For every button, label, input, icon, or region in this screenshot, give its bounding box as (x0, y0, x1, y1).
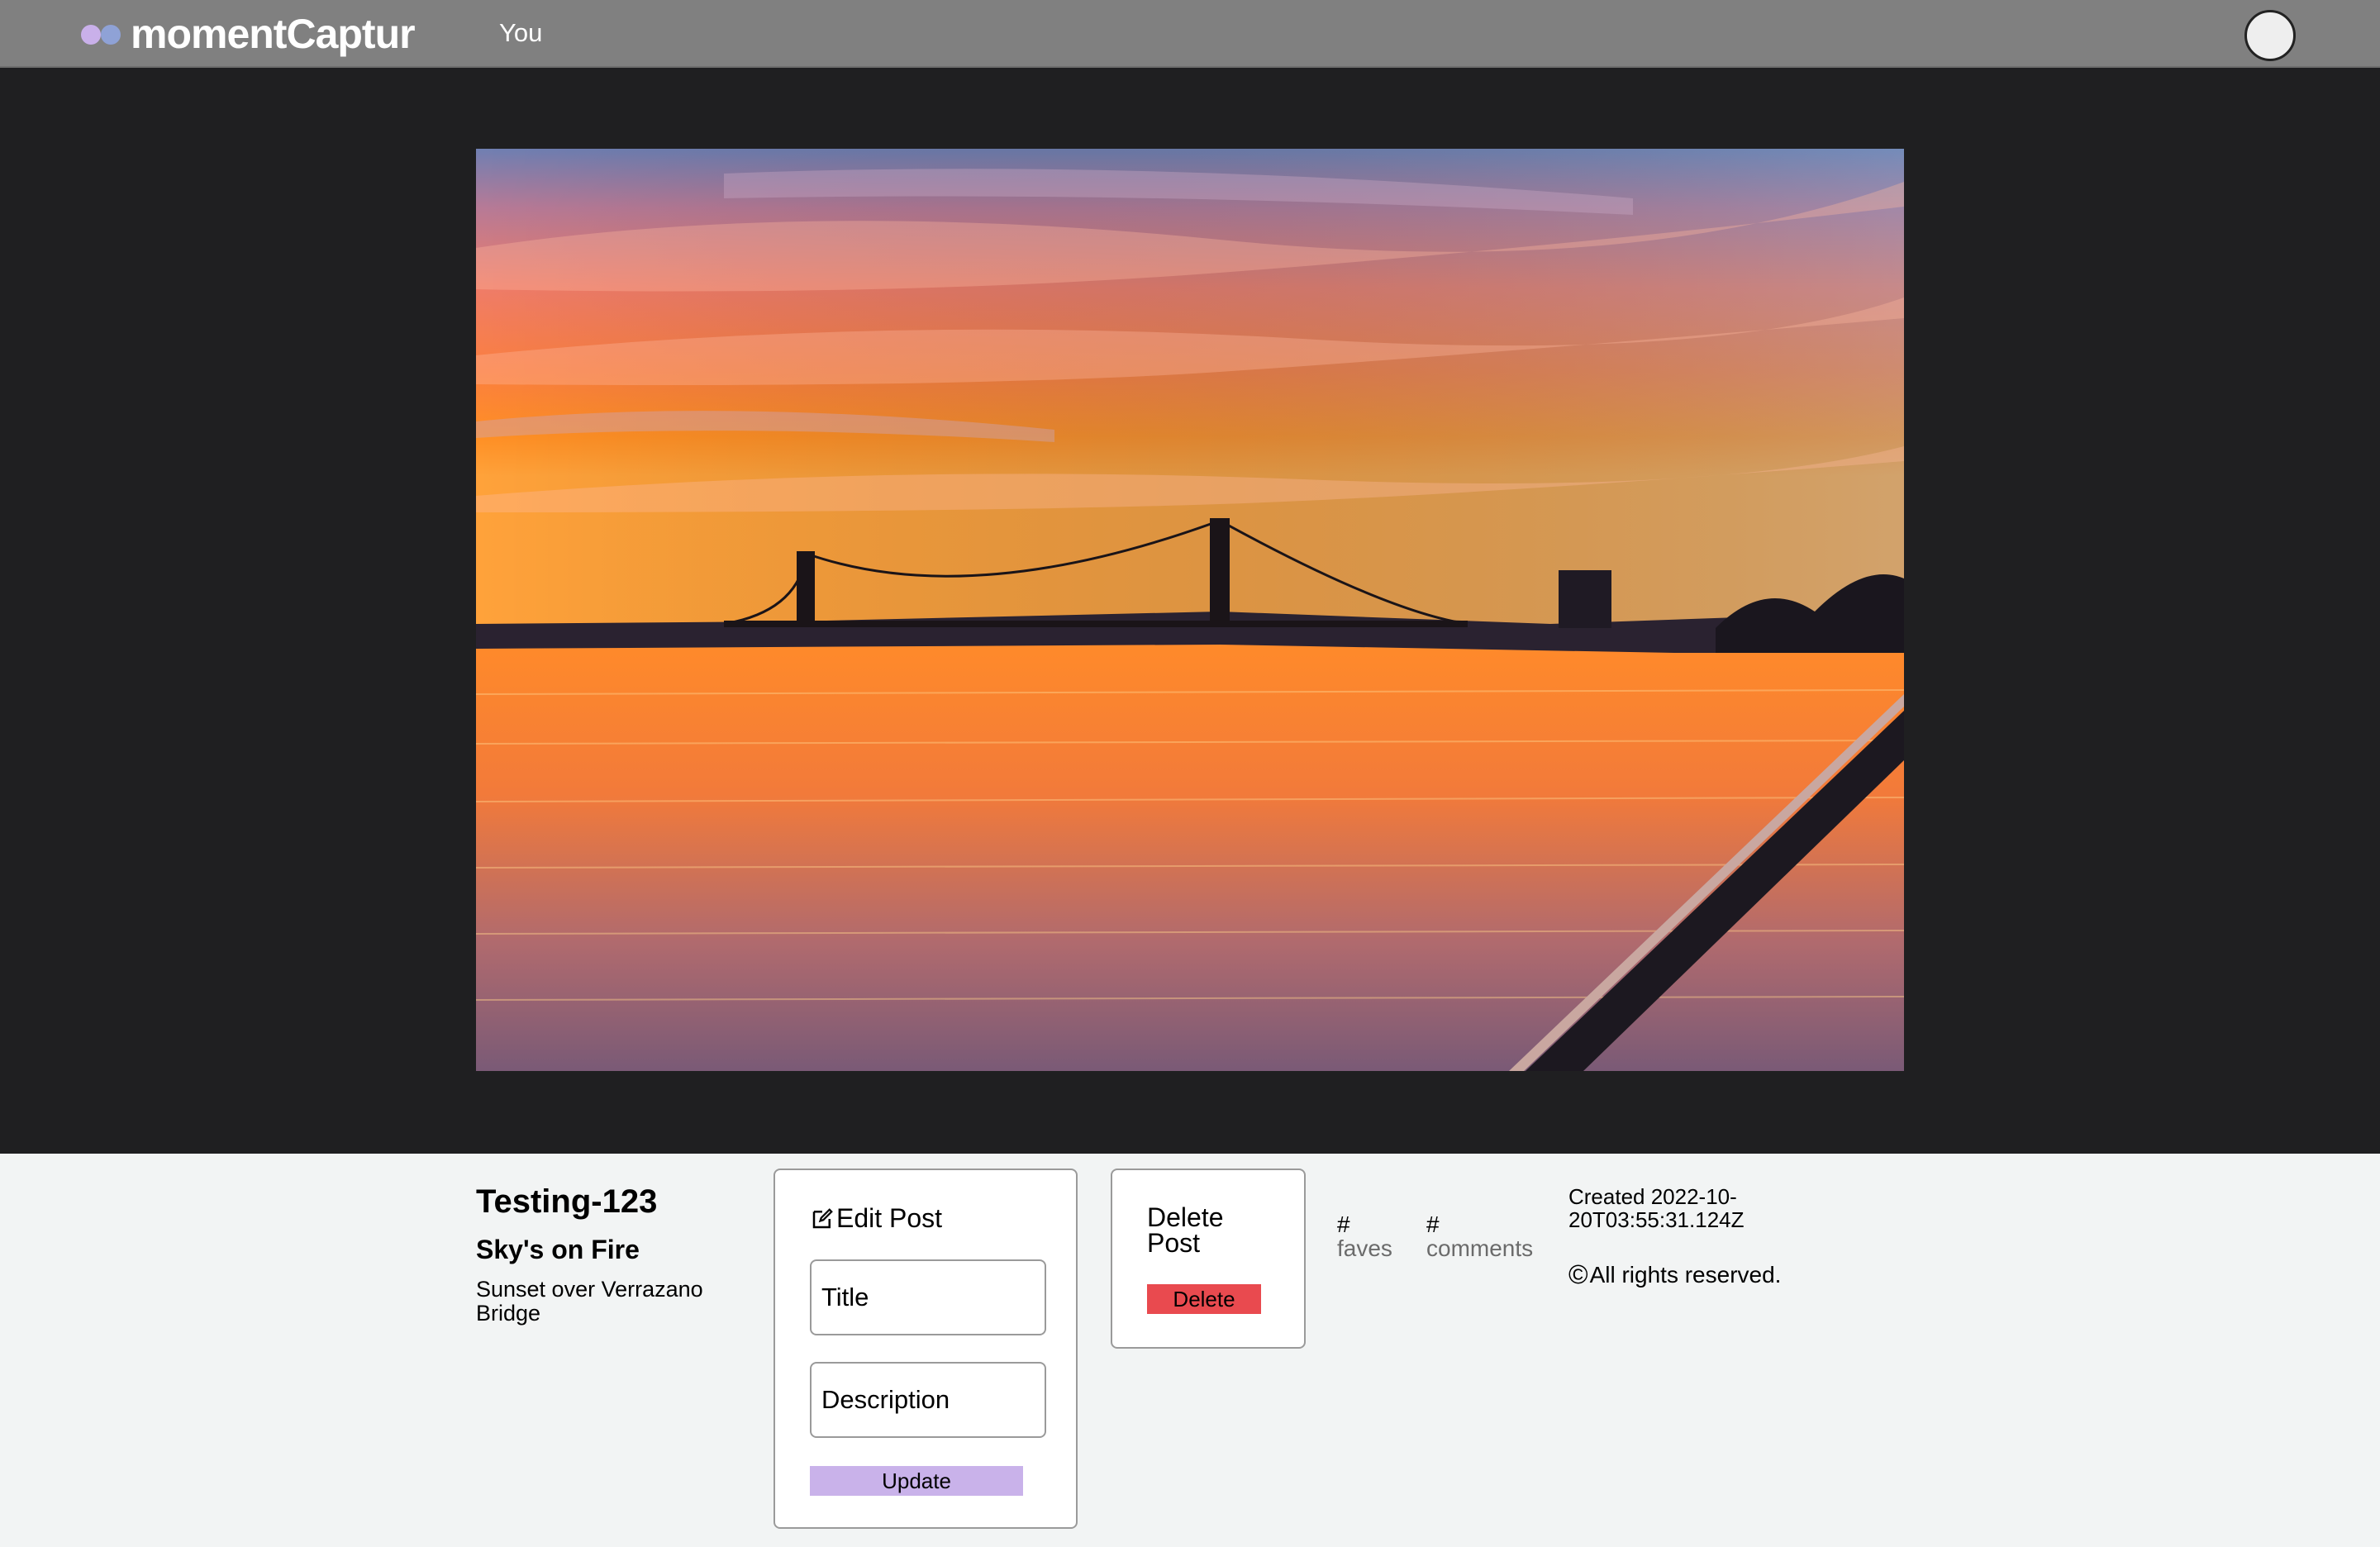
delete-button[interactable]: Delete (1147, 1284, 1261, 1314)
rights-notice: © All rights reserved. (1568, 1259, 1781, 1290)
edit-post-label: Edit Post (836, 1203, 943, 1233)
photo-stage (0, 68, 2380, 1154)
faves-label: faves (1337, 1235, 1392, 1261)
top-nav: momentCaptur You (0, 0, 2380, 68)
nav-link-you[interactable]: You (499, 18, 542, 48)
faves-count: # (1337, 1211, 1350, 1237)
brand-name: momentCaptur (131, 11, 416, 57)
delete-post-card: Delete Post Delete (1111, 1169, 1306, 1349)
post-photo (476, 149, 1904, 1071)
edit-icon (812, 1207, 833, 1228)
brand-logo[interactable]: momentCaptur (81, 7, 416, 61)
comments-count: # (1426, 1211, 1440, 1237)
faves-stat: # faves (1337, 1213, 1392, 1261)
copyright-icon: © (1568, 1259, 1588, 1289)
user-avatar[interactable] (2244, 10, 2296, 61)
delete-post-heading: Delete Post (1147, 1202, 1224, 1258)
comments-stat: # comments (1426, 1213, 1533, 1261)
post-title: Sky's on Fire (476, 1235, 640, 1264)
post-info-section: Testing-123 Sky's on Fire Sunset over Ve… (0, 1154, 2380, 1547)
title-input[interactable] (810, 1259, 1046, 1335)
logo-dots-icon (81, 23, 122, 45)
description-input[interactable] (810, 1362, 1046, 1438)
rights-text: All rights reserved. (1589, 1261, 1782, 1288)
edit-post-heading: Edit Post (810, 1203, 942, 1234)
edit-post-card: Edit Post Update (774, 1169, 1078, 1529)
created-timestamp: Created 2022-10-20T03:55:31.124Z (1568, 1184, 1745, 1232)
post-code: Testing-123 (476, 1183, 658, 1220)
sunset-bridge-image (476, 149, 1904, 1071)
post-description: Sunset over Verrazano Bridge (476, 1277, 703, 1326)
comments-label: comments (1426, 1235, 1534, 1261)
update-button[interactable]: Update (810, 1466, 1023, 1496)
